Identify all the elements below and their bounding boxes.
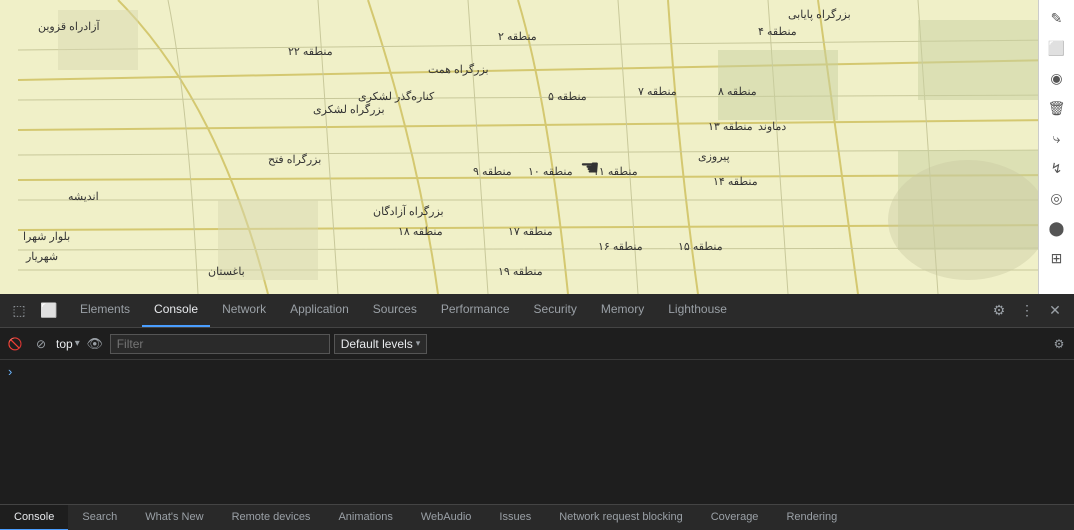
prompt-arrow: › — [8, 364, 12, 379]
devtools-tabbar: ⬚ ⬜ Elements Console Network Application… — [0, 294, 1074, 328]
bottom-tab-coverage[interactable]: Coverage — [697, 505, 773, 530]
map-tool-trash[interactable]: 🗑 — [1043, 94, 1071, 122]
context-label: top — [56, 337, 73, 351]
console-prompt: › — [0, 360, 1074, 383]
tab-console[interactable]: Console — [142, 294, 210, 327]
console-filter-button[interactable]: ⊘ — [30, 333, 52, 355]
svg-text:منطقه ۲۲: منطقه ۲۲ — [288, 46, 333, 58]
svg-text:پیروزی: پیروزی — [698, 151, 730, 163]
tab-security[interactable]: Security — [522, 294, 589, 327]
svg-text:شهریار: شهریار — [25, 251, 58, 263]
bottom-tab-animations[interactable]: Animations — [324, 505, 406, 530]
context-selector[interactable]: top ▾ — [56, 337, 80, 351]
devtools-settings-button[interactable]: ⚙ — [986, 298, 1012, 324]
svg-text:منطقه ۱۷: منطقه ۱۷ — [508, 226, 553, 238]
tab-memory[interactable]: Memory — [589, 294, 656, 327]
devtools-panel: ⬚ ⬜ Elements Console Network Application… — [0, 294, 1074, 504]
svg-text:منطقه ۱۹: منطقه ۱۹ — [498, 266, 543, 278]
svg-text:باغستان: باغستان — [208, 266, 245, 278]
console-content[interactable]: › — [0, 360, 1074, 504]
map-tool-grid[interactable]: ⊞ — [1043, 244, 1071, 272]
clear-console-button[interactable]: 🚫 — [4, 333, 26, 355]
svg-text:بزرگراه فتح: بزرگراه فتح — [268, 153, 321, 166]
map-tool-route2[interactable]: ↯ — [1043, 154, 1071, 182]
svg-text:اندیشه: اندیشه — [68, 191, 99, 203]
eye-filter-button[interactable]: 👁 — [84, 333, 106, 355]
svg-text:منطقه ۲: منطقه ۲ — [498, 31, 537, 43]
svg-text:منطقه ۱۴: منطقه ۱۴ — [713, 176, 758, 188]
bottom-tab-rendering[interactable]: Rendering — [772, 505, 851, 530]
map-tool-pin[interactable]: ◉ — [1043, 64, 1071, 92]
tab-performance[interactable]: Performance — [429, 294, 522, 327]
context-dropdown-arrow[interactable]: ▾ — [75, 338, 80, 349]
devtools-right-icons: ⚙ ⋮ ✕ — [980, 298, 1074, 324]
tab-application[interactable]: Application — [278, 294, 361, 327]
map-tool-edit[interactable]: ✎ — [1043, 4, 1071, 32]
svg-text:منطقه ۱۵: منطقه ۱۵ — [678, 241, 723, 253]
filter-input[interactable] — [110, 334, 330, 354]
bottom-tab-remote-devices[interactable]: Remote devices — [218, 505, 325, 530]
svg-text:بزرگراه همت: بزرگراه همت — [428, 63, 489, 76]
map-toolbar: ✎ ⬜ ◉ 🗑 ⤷ ↯ ◎ ⬤ ⊞ — [1038, 0, 1074, 294]
svg-text:بلوار شهرا: بلوار شهرا — [23, 231, 70, 243]
svg-text:بزرگراه آزادگان: بزرگراه آزادگان — [373, 205, 444, 218]
svg-text:بزرگراه لشکری: بزرگراه لشکری — [313, 103, 385, 116]
console-toolbar-right: ⚙ — [1048, 333, 1070, 355]
devtools-left-icons: ⬚ ⬜ — [0, 298, 68, 324]
tab-lighthouse[interactable]: Lighthouse — [656, 294, 739, 327]
bottom-tabbar: Console Search What's New Remote devices… — [0, 504, 1074, 530]
device-toolbar-button[interactable]: ⬜ — [36, 298, 62, 324]
tab-elements[interactable]: Elements — [68, 294, 142, 327]
svg-text:منطقه ۱۶: منطقه ۱۶ — [598, 241, 643, 253]
map-tool-location[interactable]: ◎ — [1043, 184, 1071, 212]
svg-text:منطقه ۱۸: منطقه ۱۸ — [398, 226, 443, 238]
tab-network[interactable]: Network — [210, 294, 278, 327]
default-levels-dropdown[interactable]: Default levels ▾ — [334, 334, 428, 354]
svg-text:دماوند: دماوند — [758, 121, 786, 133]
svg-text:بزرگراه پایابی: بزرگراه پایابی — [788, 8, 851, 21]
devtools-more-button[interactable]: ⋮ — [1014, 298, 1040, 324]
svg-text:منطقه ۱۳: منطقه ۱۳ — [708, 121, 753, 133]
map-tool-route1[interactable]: ⤷ — [1043, 124, 1071, 152]
tab-sources[interactable]: Sources — [361, 294, 429, 327]
bottom-tab-console[interactable]: Console — [0, 505, 68, 530]
bottom-tab-webaudio[interactable]: WebAudio — [407, 505, 486, 530]
console-settings-button[interactable]: ⚙ — [1048, 333, 1070, 355]
svg-text:منطقه ۱۰: منطقه ۱۰ — [528, 166, 573, 178]
svg-text:کناره‌گذر لشکری: کناره‌گذر لشکری — [358, 90, 435, 103]
map-container[interactable]: منطقه ۲۲ منطقه ۲ منطقه ۴ بزرگراه پایابی … — [0, 0, 1074, 294]
bottom-tab-whats-new[interactable]: What's New — [131, 505, 217, 530]
map-tool-node[interactable]: ⬤ — [1043, 214, 1071, 242]
svg-text:آزادراه قزوین: آزادراه قزوین — [38, 20, 101, 33]
devtools-close-button[interactable]: ✕ — [1042, 298, 1068, 324]
svg-text:منطقه ۵: منطقه ۵ — [548, 91, 587, 103]
inspect-element-button[interactable]: ⬚ — [6, 298, 32, 324]
svg-text:منطقه ۸: منطقه ۸ — [718, 86, 757, 98]
bottom-tab-network-request-blocking[interactable]: Network request blocking — [545, 505, 697, 530]
devtools-tabs: Elements Console Network Application Sou… — [68, 294, 980, 327]
map-tool-rectangle[interactable]: ⬜ — [1043, 34, 1071, 62]
default-levels-arrow: ▾ — [416, 338, 421, 349]
bottom-tab-search[interactable]: Search — [68, 505, 131, 530]
console-toolbar: 🚫 ⊘ top ▾ 👁 Default levels ▾ ⚙ — [0, 328, 1074, 360]
svg-text:منطقه ۱۱: منطقه ۱۱ — [593, 166, 638, 178]
svg-text:منطقه ۴: منطقه ۴ — [758, 26, 797, 38]
svg-text:منطقه ۷: منطقه ۷ — [638, 86, 677, 98]
svg-text:منطقه ۹: منطقه ۹ — [473, 166, 512, 178]
bottom-tab-issues[interactable]: Issues — [485, 505, 545, 530]
